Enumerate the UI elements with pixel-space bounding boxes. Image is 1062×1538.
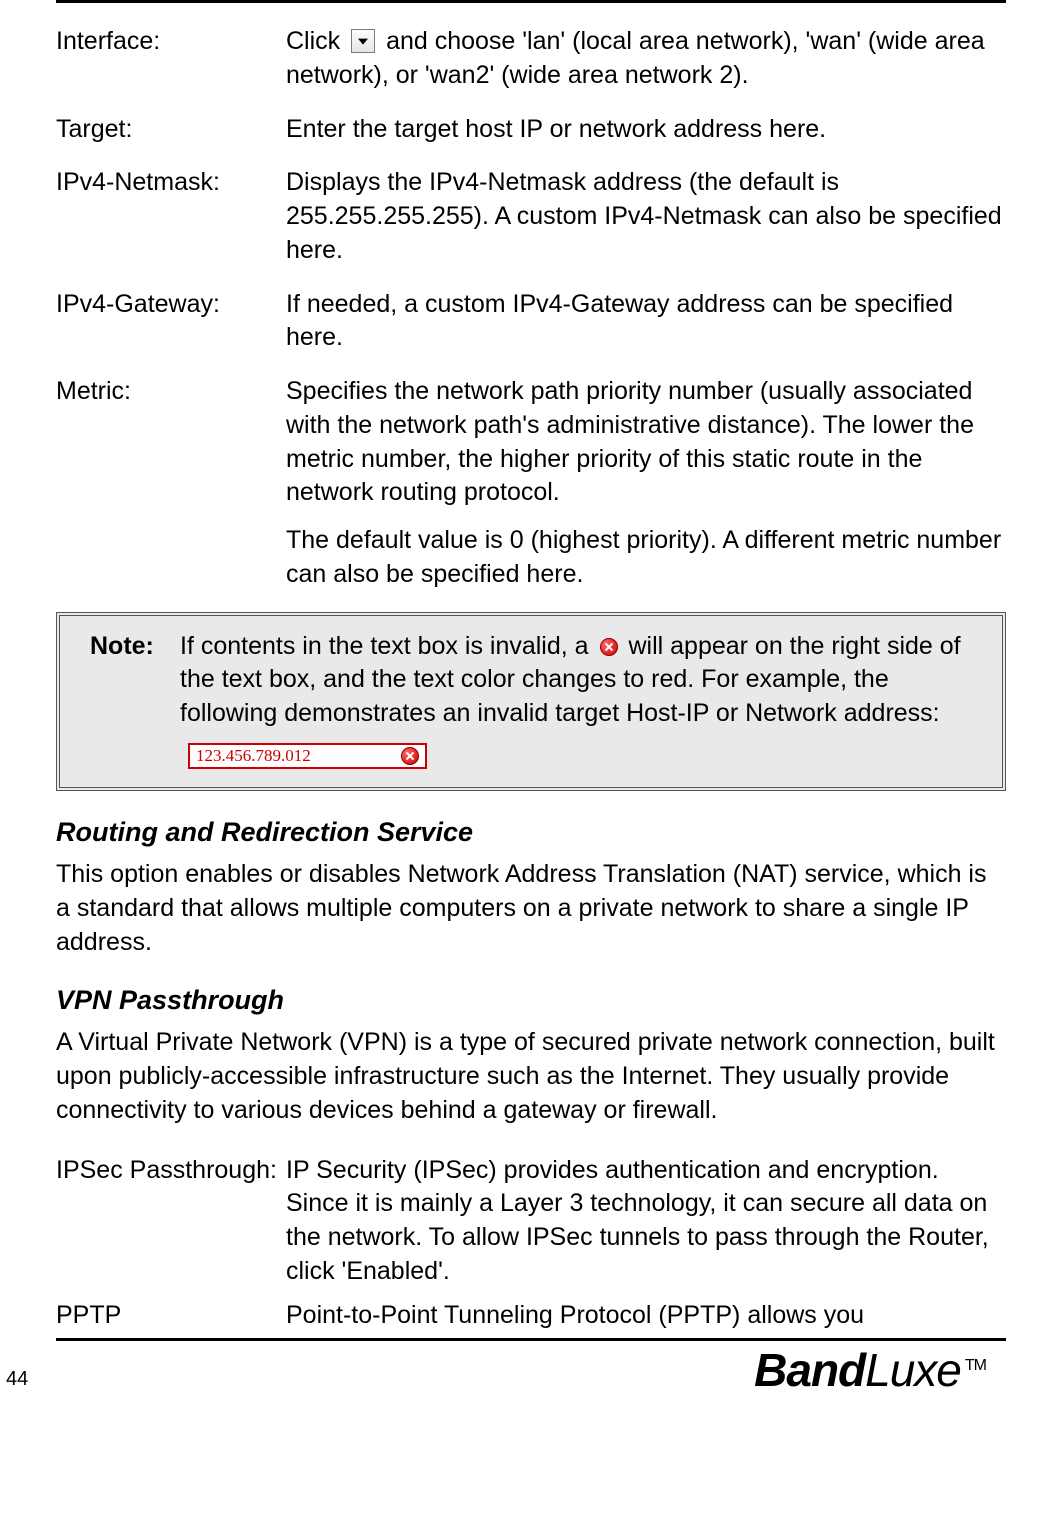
text-pre: Click [286,27,347,55]
term: Metric: [56,375,286,592]
error-icon [600,638,618,656]
dropdown-icon [351,29,375,53]
invalid-input-example: 123.456.789.012 [188,743,427,769]
note-body: If contents in the text box is invalid, … [180,630,984,770]
heading-vpn: VPN Passthrough [56,985,1006,1016]
def-ipv4-gateway: IPv4-Gateway: If needed, a custom IPv4-G… [56,288,1006,356]
text-1: Specifies the network path priority numb… [286,375,1006,510]
brand-logo: BandLuxeTM [56,1343,1006,1397]
para-routing: This option enables or disables Network … [56,858,1006,959]
def-interface: Interface: Click and choose 'lan' (local… [56,25,1006,93]
def-target: Target: Enter the target host IP or netw… [56,113,1006,147]
body: Point-to-Point Tunneling Protocol (PPTP)… [286,1299,1006,1333]
def-ipv4-netmask: IPv4-Netmask: Displays the IPv4-Netmask … [56,166,1006,267]
error-icon [401,747,419,765]
text: IP Security (IPSec) provides authenticat… [286,1154,1006,1289]
page-number: 44 [6,1368,28,1391]
heading-routing: Routing and Redirection Service [56,817,1006,848]
text-post: and choose 'lan' (local area network), '… [286,27,985,89]
text: Point-to-Point Tunneling Protocol (PPTP)… [286,1299,1006,1333]
body: Specifies the network path priority numb… [286,375,1006,592]
text: Enter the target host IP or network addr… [286,113,1006,147]
body: IP Security (IPSec) provides authenticat… [286,1154,1006,1289]
body: If needed, a custom IPv4-Gateway address… [286,288,1006,356]
invalid-value: 123.456.789.012 [196,745,311,768]
trademark-icon: TM [965,1357,986,1374]
body: Click and choose 'lan' (local area netwo… [286,25,1006,93]
body: Displays the IPv4-Netmask address (the d… [286,166,1006,267]
note-text-pre: If contents in the text box is invalid, … [180,632,596,660]
term: Target: [56,113,286,147]
term: IPv4-Netmask: [56,166,286,267]
term: Interface: [56,25,286,93]
term: IPv4-Gateway: [56,288,286,356]
text: If needed, a custom IPv4-Gateway address… [286,288,1006,356]
text: Displays the IPv4-Netmask address (the d… [286,166,1006,267]
term: IPSec Passthrough: [56,1154,286,1289]
note-box: Note: If contents in the text box is inv… [56,612,1006,792]
note-label: Note: [90,630,180,770]
term: PPTP [56,1299,286,1333]
def-pptp: PPTP Point-to-Point Tunneling Protocol (… [56,1299,1006,1333]
body: Enter the target host IP or network addr… [286,113,1006,147]
para-vpn: A Virtual Private Network (VPN) is a typ… [56,1026,1006,1127]
text-2: The default value is 0 (highest priority… [286,524,1006,592]
def-ipsec: IPSec Passthrough: IP Security (IPSec) p… [56,1154,1006,1289]
definition-list-2: IPSec Passthrough: IP Security (IPSec) p… [56,1154,1006,1333]
footer: BandLuxeTM [56,1338,1006,1397]
brand-part1: Band [754,1344,865,1396]
def-metric: Metric: Specifies the network path prior… [56,375,1006,592]
brand-part2: Luxe [865,1344,961,1396]
definition-list-1: Interface: Click and choose 'lan' (local… [56,25,1006,592]
